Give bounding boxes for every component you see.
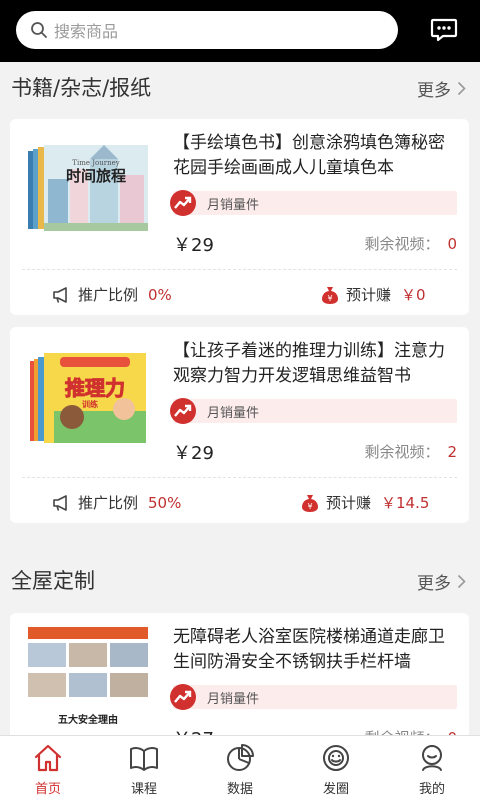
home-icon xyxy=(34,744,62,772)
promo-label: 推广比例 xyxy=(78,494,139,512)
promotion-ratio: 推广比例 0% xyxy=(52,284,172,305)
section-header-home-custom: 全屋定制 更多 xyxy=(0,559,480,599)
section-title: 书籍/杂志/报纸 xyxy=(11,76,152,100)
promo-value: 50% xyxy=(148,493,182,512)
tab-data[interactable]: 数据 xyxy=(192,736,288,800)
search-icon xyxy=(31,22,47,38)
sales-label: 月销量件 xyxy=(207,692,260,707)
money-bag-icon: ¥ xyxy=(302,494,318,512)
sales-label: 月销量件 xyxy=(207,198,260,213)
price: ￥29 xyxy=(173,235,214,256)
more-label: 更多 xyxy=(417,574,451,594)
remaining-value: 0 xyxy=(447,235,457,253)
cover-caption: 时间旅程 xyxy=(66,167,126,185)
remaining-videos: 剩余视频： 2 xyxy=(364,441,457,462)
divider xyxy=(22,477,457,478)
product-image: Time Journey 时间旅程 xyxy=(24,139,152,239)
cover-caption: 推理力 xyxy=(65,376,125,400)
sales-bar: 月销量件 xyxy=(170,398,457,424)
cover-subcaption: Time Journey xyxy=(72,159,119,167)
product-card[interactable]: Time Journey 时间旅程 【手绘填色书】创意涂鸦填色簿秘密花园手绘画画… xyxy=(10,119,469,315)
section-title: 全屋定制 xyxy=(11,569,95,593)
pie-chart-icon xyxy=(227,744,254,771)
earnings-value: ￥14.5 xyxy=(381,494,430,512)
tab-label: 首页 xyxy=(34,782,61,797)
product-image: 推理力 训练 xyxy=(24,347,152,447)
bottom-tab-bar: 首页 课程 数据 发圈 我的 xyxy=(0,735,480,800)
product-title[interactable]: 【手绘填色书】创意涂鸦填色簿秘密花园手绘画画成人儿童填色本 xyxy=(173,131,459,181)
message-icon[interactable] xyxy=(430,16,458,44)
tab-home[interactable]: 首页 xyxy=(0,736,96,800)
earnings-label: 预计赚 xyxy=(346,286,392,304)
user-icon xyxy=(422,745,442,771)
promo-value: 0% xyxy=(148,285,172,304)
earnings-label: 预计赚 xyxy=(326,494,372,512)
svg-text:¥: ¥ xyxy=(307,502,312,511)
tab-courses[interactable]: 课程 xyxy=(96,736,192,800)
more-label: 更多 xyxy=(417,81,451,101)
divider xyxy=(22,269,457,270)
megaphone-icon xyxy=(53,286,67,303)
promo-label: 推广比例 xyxy=(78,286,139,304)
more-link[interactable]: 更多 xyxy=(417,569,466,594)
tab-label: 发圈 xyxy=(322,782,349,797)
chevron-right-icon xyxy=(457,81,466,96)
svg-text:¥: ¥ xyxy=(327,294,332,303)
tab-mine[interactable]: 我的 xyxy=(384,736,480,800)
tab-label: 数据 xyxy=(226,782,253,797)
more-link[interactable]: 更多 xyxy=(417,76,466,101)
remaining-label: 剩余视频： xyxy=(364,235,440,253)
trending-icon xyxy=(170,684,196,710)
sales-bar: 月销量件 xyxy=(170,684,457,710)
product-image: 五大安全理由 xyxy=(24,623,152,735)
share-circle-icon xyxy=(323,745,349,771)
tab-label: 课程 xyxy=(130,782,157,797)
remaining-label: 剩余视频： xyxy=(364,443,440,461)
sales-label: 月销量件 xyxy=(207,406,260,421)
trending-icon xyxy=(170,190,196,216)
promotion-ratio: 推广比例 50% xyxy=(52,492,181,513)
remaining-videos: 剩余视频： 0 xyxy=(364,233,457,254)
remaining-value: 2 xyxy=(447,443,457,461)
cover-subcaption: 训练 xyxy=(82,399,98,409)
book-icon xyxy=(130,746,158,771)
estimated-earnings: ¥ 预计赚 ￥14.5 xyxy=(300,492,429,513)
product-title[interactable]: 【让孩子着迷的推理力训练】注意力观察力智力开发逻辑思维益智书 xyxy=(173,339,459,389)
estimated-earnings: ¥ 预计赚 ￥0 xyxy=(320,284,426,305)
money-bag-icon: ¥ xyxy=(322,286,338,304)
section-header-books: 书籍/杂志/报纸 更多 xyxy=(0,66,480,106)
product-title[interactable]: 无障碍老人浴室医院楼梯通道走廊卫生间防滑安全不锈钢扶手栏杆墙 xyxy=(173,625,459,675)
tab-share[interactable]: 发圈 xyxy=(288,736,384,800)
tab-label: 我的 xyxy=(418,782,445,797)
trending-icon xyxy=(170,398,196,424)
product-card[interactable]: 推理力 训练 【让孩子着迷的推理力训练】注意力观察力智力开发逻辑思维益智书 月销… xyxy=(10,327,469,523)
price: ￥29 xyxy=(173,443,214,464)
search-placeholder: 搜索商品 xyxy=(54,22,119,41)
top-bar: 搜索商品 xyxy=(0,0,480,62)
sales-bar: 月销量件 xyxy=(170,190,457,216)
chevron-right-icon xyxy=(457,574,466,589)
megaphone-icon xyxy=(53,494,67,511)
search-bar[interactable]: 搜索商品 xyxy=(16,11,398,49)
cover-caption: 五大安全理由 xyxy=(58,713,118,726)
earnings-value: ￥0 xyxy=(401,286,426,304)
